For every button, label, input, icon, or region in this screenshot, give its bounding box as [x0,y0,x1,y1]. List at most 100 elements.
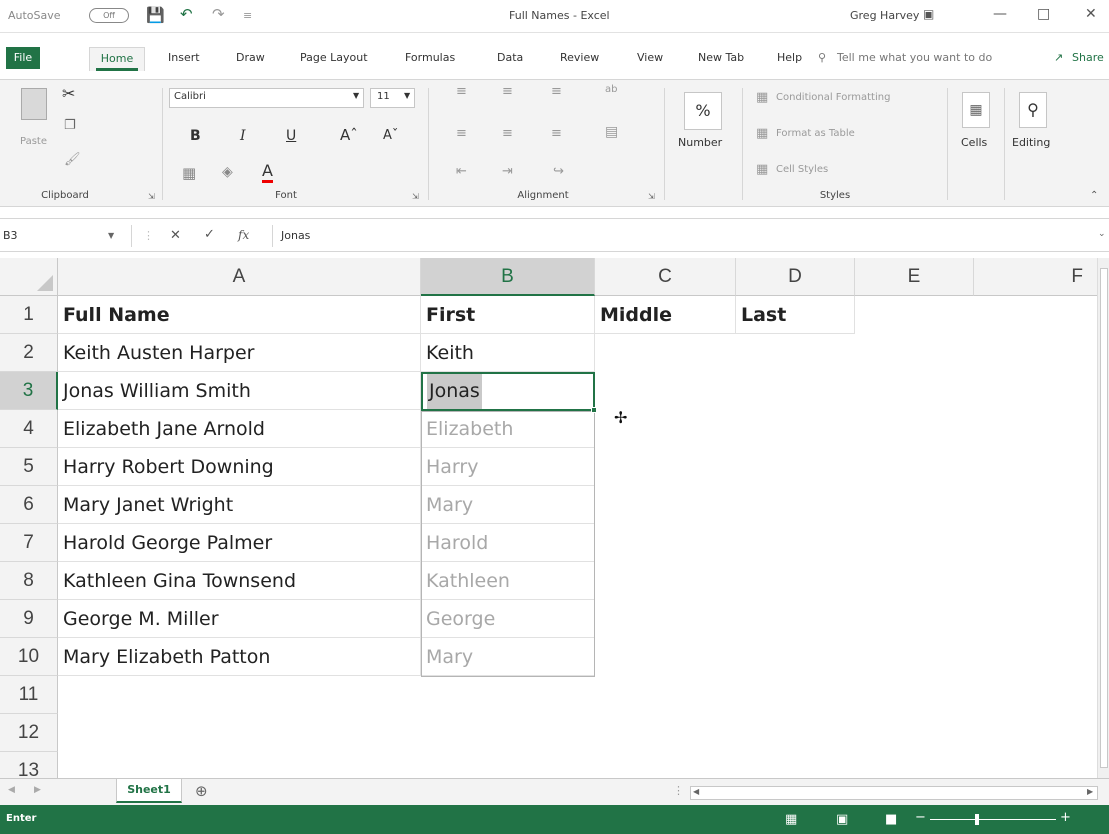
share-icon[interactable]: ↗ [1054,51,1063,64]
redo-icon[interactable]: ↷ [212,5,225,23]
tab-formulas[interactable]: Formulas [405,51,455,64]
cell-a10[interactable]: Mary Elizabeth Patton [58,638,421,676]
prev-sheet-icon[interactable]: ◀ [8,785,15,795]
number-label[interactable]: Number [678,136,722,149]
paste-icon[interactable] [21,88,47,120]
cell-b1[interactable]: First [421,296,595,334]
tab-help[interactable]: Help [777,51,802,64]
tab-home[interactable]: Home [89,47,145,71]
collapse-ribbon-icon[interactable]: ⌃ [1090,190,1098,201]
tab-splitter-icon[interactable]: ⋮ [673,784,684,797]
cell-styles-button[interactable]: Cell Styles [776,164,828,175]
align-left-icon[interactable]: ≡ [456,126,467,141]
active-cell-b3[interactable]: Jonas [421,372,595,411]
worksheet-grid[interactable]: A B C D E F 1 2 3 4 5 6 7 8 9 10 11 12 1… [0,258,1102,778]
column-header-d[interactable]: D [736,258,855,296]
horizontal-scrollbar[interactable]: ◀ ▶ [690,786,1098,800]
cell-a7[interactable]: Harold George Palmer [58,524,421,562]
column-header-e[interactable]: E [855,258,974,296]
insert-function-icon[interactable]: fx [238,228,249,242]
cell-styles-icon[interactable]: ▦ [756,162,768,177]
row-header-8[interactable]: 8 [0,562,58,600]
tab-page-layout[interactable]: Page Layout [300,51,368,64]
conditional-formatting-icon[interactable]: ▦ [756,90,768,105]
merge-center-icon[interactable]: ▤ [605,124,618,140]
decrease-indent-icon[interactable]: ⇤ [456,164,467,179]
restore-icon[interactable]: □ [1037,6,1050,22]
cell-a6[interactable]: Mary Janet Wright [58,486,421,524]
column-header-c[interactable]: C [595,258,736,296]
minimize-icon[interactable]: — [993,6,1007,22]
row-header-4[interactable]: 4 [0,410,58,448]
alignment-launcher-icon[interactable]: ⇲ [648,192,655,201]
fill-color-icon[interactable]: ◈ [222,164,233,180]
share-button[interactable]: Share [1072,51,1104,64]
cells-label[interactable]: Cells [961,136,987,149]
normal-view-icon[interactable]: ▦ [785,812,797,827]
increase-indent-icon[interactable]: ⇥ [502,164,513,179]
italic-button[interactable]: I [240,128,246,144]
copy-icon[interactable]: ❐ [64,118,76,133]
confirm-entry-icon[interactable]: ✓ [204,227,215,242]
zoom-slider[interactable] [930,819,1056,820]
align-top-icon[interactable]: ≡ [456,84,467,99]
customize-qat-icon[interactable]: ≡ [243,9,252,22]
cell-a4[interactable]: Elizabeth Jane Arnold [58,410,421,448]
vertical-scrollbar[interactable] [1097,258,1109,778]
number-format-icon[interactable]: % [684,92,722,130]
next-sheet-icon[interactable]: ▶ [34,785,41,795]
save-icon[interactable]: 💾 [146,6,165,24]
row-header-2[interactable]: 2 [0,334,58,372]
autosave-toggle[interactable]: Off [89,8,129,23]
font-launcher-icon[interactable]: ⇲ [412,192,419,201]
ribbon-display-icon[interactable]: ▣ [923,7,934,21]
cut-icon[interactable]: ✂ [62,84,75,103]
cancel-entry-icon[interactable]: ✕ [170,228,181,243]
font-color-icon[interactable]: A [262,162,273,183]
row-header-12[interactable]: 12 [0,714,58,752]
align-middle-icon[interactable]: ≡ [502,84,513,99]
row-header-13[interactable]: 13 [0,752,58,778]
tab-new-tab[interactable]: New Tab [698,51,744,64]
tab-view[interactable]: View [637,51,663,64]
increase-font-icon[interactable]: Aˆ [340,126,358,144]
row-header-3[interactable]: 3 [0,372,58,410]
column-header-a[interactable]: A [58,258,421,296]
decrease-font-icon[interactable]: Aˇ [383,128,398,143]
select-all-button[interactable] [0,258,58,296]
name-box[interactable]: B3 ▼ [0,225,132,247]
underline-button[interactable]: U [286,128,296,144]
vertical-scroll-thumb[interactable] [1100,268,1108,768]
format-as-table-icon[interactable]: ▦ [756,126,768,141]
row-header-10[interactable]: 10 [0,638,58,676]
row-header-5[interactable]: 5 [0,448,58,486]
zoom-out-icon[interactable]: − [915,810,926,825]
align-bottom-icon[interactable]: ≡ [551,84,562,99]
scroll-left-icon[interactable]: ◀ [693,787,699,796]
cell-a2[interactable]: Keith Austen Harper [58,334,421,372]
format-as-table-button[interactable]: Format as Table [776,128,855,139]
row-header-1[interactable]: 1 [0,296,58,334]
zoom-slider-thumb[interactable] [975,814,979,825]
row-header-9[interactable]: 9 [0,600,58,638]
align-center-icon[interactable]: ≡ [502,126,513,141]
cell-d1[interactable]: Last [736,296,855,334]
cell-a5[interactable]: Harry Robert Downing [58,448,421,486]
row-header-6[interactable]: 6 [0,486,58,524]
font-name-select[interactable]: Calibri ▼ [169,88,364,108]
tell-me-search-icon[interactable]: ⚲ [818,51,826,64]
bold-button[interactable]: B [190,128,201,144]
align-right-icon[interactable]: ≡ [551,126,562,141]
zoom-in-icon[interactable]: + [1060,810,1071,825]
close-icon[interactable]: ✕ [1085,6,1097,22]
wrap-text-icon[interactable]: ↪ [553,164,564,179]
expand-formula-icon[interactable]: ⌄ [1098,229,1106,239]
scroll-right-icon[interactable]: ▶ [1087,787,1093,796]
row-header-11[interactable]: 11 [0,676,58,714]
undo-icon[interactable]: ↶ [180,5,193,23]
editing-search-icon[interactable]: ⚲ [1019,92,1047,128]
editing-label[interactable]: Editing [1012,136,1050,149]
fill-handle[interactable] [591,407,597,413]
tab-insert[interactable]: Insert [168,51,200,64]
column-header-f[interactable]: F [974,258,1102,296]
